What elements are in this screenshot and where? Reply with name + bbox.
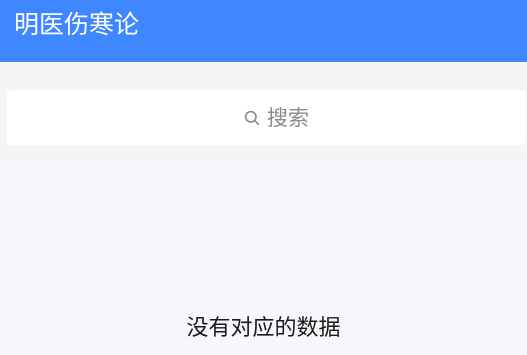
empty-message: 没有对应的数据 (186, 316, 341, 341)
empty-state: 没有对应的数据 (0, 162, 527, 355)
search-input-content[interactable]: 搜索 (243, 104, 309, 132)
search-bar[interactable]: 搜索 (7, 90, 526, 145)
app-header: 明医伤寒论 (0, 0, 527, 62)
search-placeholder: 搜索 (267, 106, 309, 130)
search-icon (243, 109, 261, 127)
search-area: 搜索 (0, 62, 527, 162)
page-title: 明医伤寒论 (14, 10, 140, 39)
